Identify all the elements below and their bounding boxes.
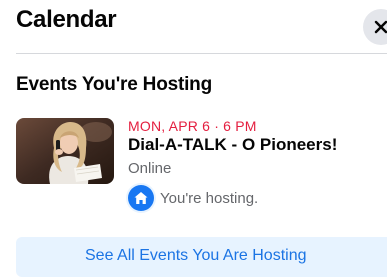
event-thumbnail[interactable]	[16, 118, 114, 184]
home-icon	[128, 185, 154, 211]
close-button[interactable]	[363, 9, 387, 45]
section-title: Events You're Hosting	[16, 74, 212, 95]
header-divider	[16, 53, 387, 54]
page-title: Calendar	[16, 6, 117, 33]
see-all-events-label: See All Events You Are Hosting	[85, 247, 307, 264]
event-date: MON, APR 6 · 6 PM	[128, 118, 257, 134]
see-all-events-button[interactable]: See All Events You Are Hosting	[16, 237, 387, 277]
calendar-header: Calendar	[0, 0, 387, 52]
hosting-status: You're hosting.	[160, 190, 259, 207]
event-title[interactable]: Dial-A-TALK - O Pioneers!	[128, 135, 337, 155]
event-card[interactable]: MON, APR 6 · 6 PM Dial-A-TALK - O Pionee…	[0, 110, 387, 220]
event-photo	[16, 118, 114, 184]
event-location: Online	[128, 160, 172, 177]
close-icon	[374, 20, 387, 34]
